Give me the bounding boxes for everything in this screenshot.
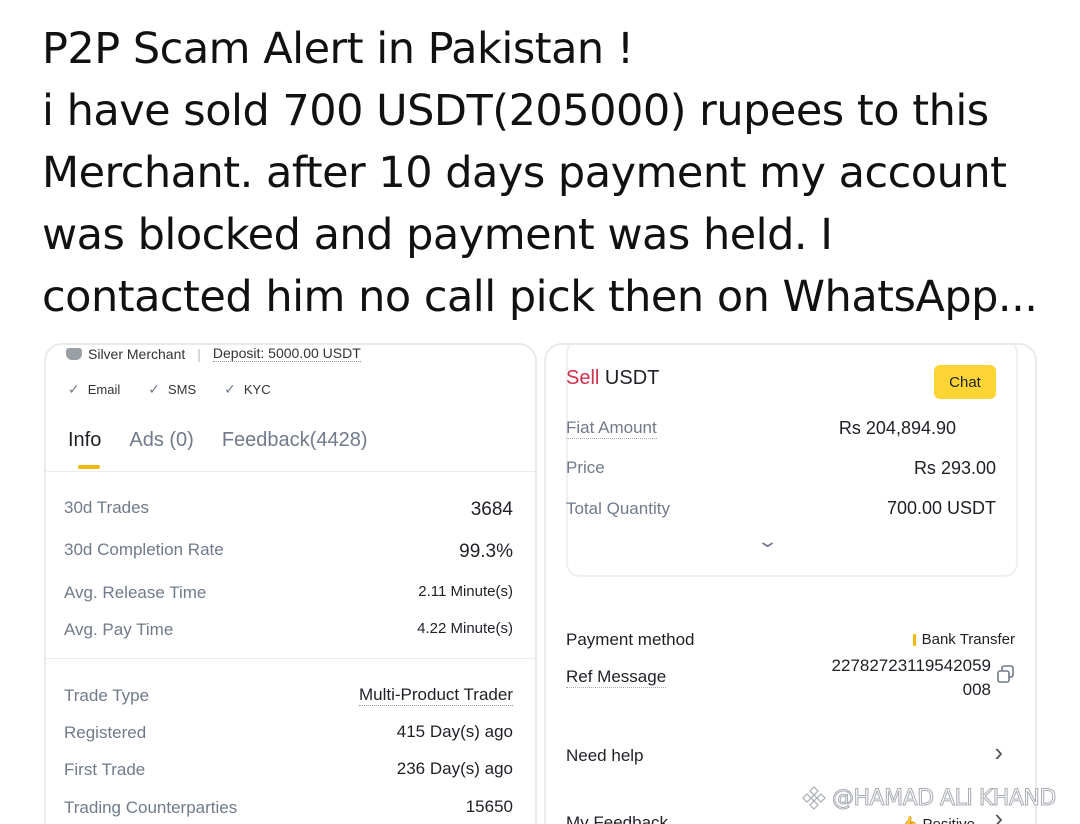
order-title: Sell USDT — [566, 367, 659, 390]
verification-row: ✓ Email ✓ SMS ✓ KYC — [68, 381, 271, 398]
feedback-text: Positive — [922, 816, 975, 824]
headline-line: contacted him no call pick then on Whats… — [42, 272, 1038, 322]
detail-value[interactable]: Multi-Product Trader — [359, 685, 513, 706]
binance-logo-icon — [802, 786, 826, 810]
stat-value: 2.11 Minute(s) — [418, 583, 513, 600]
verification-label: KYC — [243, 382, 271, 397]
my-feedback-label[interactable]: My Feedback — [566, 813, 668, 824]
chevron-right-icon[interactable]: › — [994, 737, 1003, 768]
check-icon: ✓ — [148, 381, 160, 397]
total-quantity-value: 700.00 USDT — [886, 498, 996, 518]
divider — [46, 658, 535, 659]
merchant-profile-card: Silver Merchant | Deposit: 5000.00 USDT … — [44, 343, 537, 824]
stat-value: 99.3% — [459, 541, 513, 562]
detail-value: 415 Day(s) ago — [396, 722, 513, 741]
headline-line: i have sold 700 USDT(205000) rupees to t… — [42, 86, 989, 136]
divider — [46, 471, 535, 472]
watermark: @HAMAD ALI KHAND — [800, 784, 1057, 812]
chat-button[interactable]: Chat — [934, 365, 996, 399]
verification-email: ✓ Email — [68, 381, 120, 398]
merchant-badge-row: Silver Merchant | Deposit: 5000.00 USDT — [66, 345, 361, 362]
detail-label: Registered — [64, 723, 147, 742]
verification-sms: ✓ SMS — [148, 381, 196, 398]
stat-label: Avg. Pay Time — [64, 620, 174, 639]
check-icon: ✓ — [68, 381, 80, 397]
merchant-badge: Silver Merchant — [88, 345, 186, 362]
tab-info[interactable]: Info — [68, 429, 101, 452]
payment-method-label: Payment method — [566, 630, 695, 649]
stat-value: 3684 — [470, 499, 513, 520]
detail-label: Trading Counterparties — [64, 798, 238, 817]
stat-value: 4.22 Minute(s) — [417, 620, 513, 637]
fiat-amount-value: Rs 204,894.90 — [838, 418, 956, 438]
separator: | — [197, 345, 201, 362]
stat-label: 30d Completion Rate — [64, 540, 224, 559]
detail-label: Trade Type — [64, 686, 150, 705]
post-text: P2P Scam Alert in Pakistan ! i have sold… — [42, 18, 1062, 328]
headline-line: was blocked and payment was held. I — [42, 210, 833, 260]
bank-transfer-marker — [912, 634, 916, 647]
detail-value: 236 Day(s) ago — [396, 759, 513, 778]
detail-label: First Trade — [64, 760, 146, 779]
check-icon: ✓ — [224, 381, 236, 397]
payment-method-text: Bank Transfer — [921, 631, 1015, 648]
verification-label: SMS — [167, 382, 197, 397]
thumbs-up-icon: 👍 — [900, 816, 919, 824]
verification-kyc: ✓ KYC — [224, 381, 270, 398]
deposit-amount[interactable]: Deposit: 5000.00 USDT — [212, 345, 361, 362]
medal-icon — [66, 347, 82, 360]
order-side: Sell — [566, 367, 600, 389]
feedback-value: 👍 Positive — [900, 815, 975, 824]
verification-label: Email — [87, 382, 121, 397]
ref-number-line: 008 — [962, 680, 991, 699]
profile-tabs: Info Ads (0) Feedback(4428) — [68, 429, 367, 452]
stat-label: Avg. Release Time — [64, 583, 207, 602]
headline-line: Merchant. after 10 days payment my accou… — [42, 148, 1007, 198]
tab-feedback[interactable]: Feedback(4428) — [222, 429, 368, 452]
ref-message-label[interactable]: Ref Message — [566, 667, 667, 688]
detail-value: 15650 — [465, 797, 513, 816]
payment-method-value: Bank Transfer — [912, 631, 1015, 648]
watermark-text: @HAMAD ALI KHAND — [832, 785, 1057, 811]
need-help-label[interactable]: Need help — [566, 746, 644, 766]
stat-label: 30d Trades — [64, 498, 150, 517]
headline-line: P2P Scam Alert in Pakistan ! — [42, 24, 634, 74]
ref-message-value: 22782723119542059 008 — [771, 654, 991, 702]
order-details-card: Sell USDT Chat Fiat Amount Rs 204,894.90… — [544, 343, 1037, 824]
expand-chevron-icon[interactable]: ⌄ — [756, 531, 779, 552]
ref-number-line: 22782723119542059 — [831, 656, 991, 675]
tab-ads[interactable]: Ads (0) — [129, 429, 193, 452]
order-asset: USDT — [604, 367, 660, 389]
tab-indicator — [78, 465, 100, 469]
copy-icon[interactable] — [997, 665, 1015, 683]
price-value: Rs 293.00 — [913, 458, 996, 478]
